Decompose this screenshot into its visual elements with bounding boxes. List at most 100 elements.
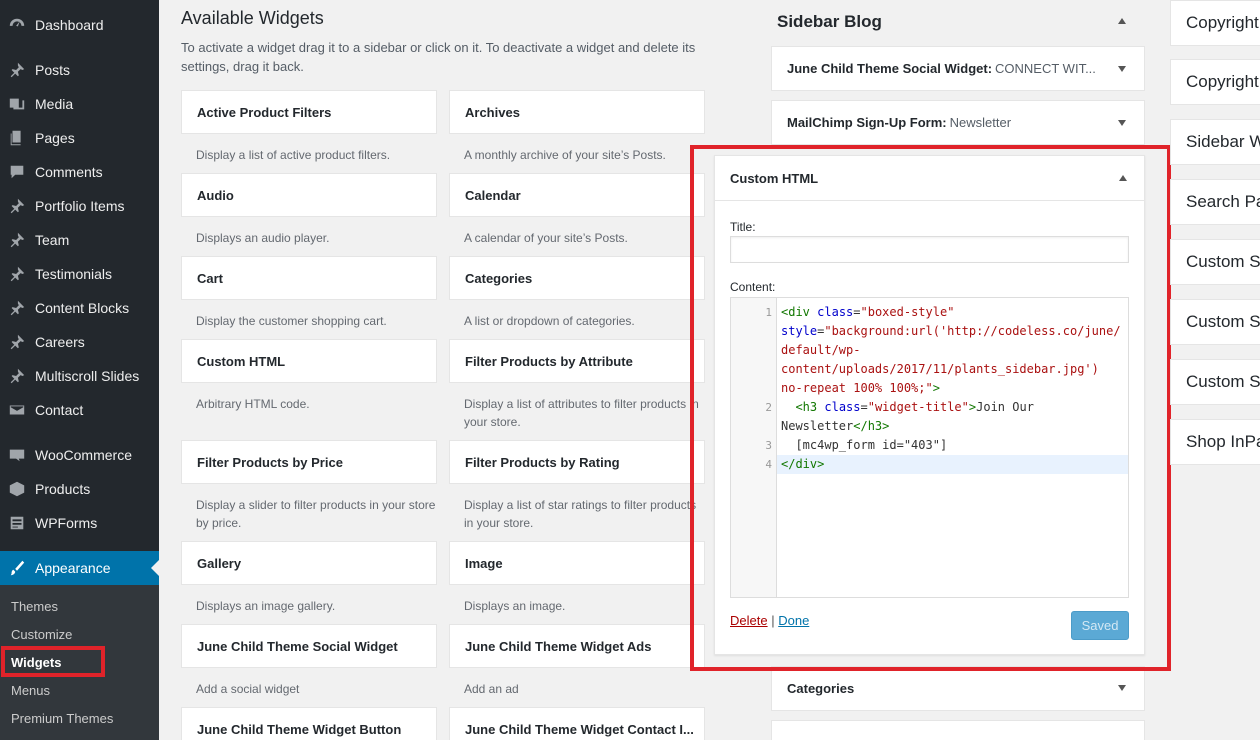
menu-contact[interactable]: Contact	[0, 393, 159, 427]
widget-description: Display the customer shopping cart.	[196, 314, 387, 328]
widget-image[interactable]: Image	[449, 541, 705, 585]
widget-archives[interactable]: Archives	[449, 90, 705, 134]
widget-subtitle: CONNECT WIT...	[995, 61, 1096, 76]
right-sidebar-item[interactable]: Search Pa	[1170, 179, 1260, 225]
widget-filter-products-by-attribute[interactable]: Filter Products by Attribute	[449, 339, 705, 383]
widget-audio[interactable]: Audio	[181, 173, 437, 217]
menu-label: WPForms	[35, 515, 98, 531]
pages-icon	[7, 128, 27, 148]
admin-menu: Dashboard Posts Media Pages Comments Por…	[0, 0, 159, 740]
sidebar-widget-categories[interactable]: Categories	[771, 666, 1145, 711]
menu-label: Dashboard	[35, 17, 104, 33]
widget-description: Display a list of active product filters…	[196, 148, 391, 162]
menu-label: WooCommerce	[35, 447, 132, 463]
menu-label: Testimonials	[35, 266, 113, 282]
menu-label: Posts	[35, 62, 71, 78]
dashboard-icon	[7, 15, 27, 35]
menu-woocommerce[interactable]: WooCommerce	[0, 438, 159, 472]
right-sidebar-item[interactable]: Custom Si	[1170, 299, 1260, 345]
right-sidebar-item[interactable]: Sidebar W	[1170, 119, 1260, 165]
widget-filter-products-by-price[interactable]: Filter Products by Price	[181, 440, 437, 484]
menu-products[interactable]: Products	[0, 472, 159, 506]
menu-wpforms[interactable]: WPForms	[0, 506, 159, 540]
expand-arrow-icon[interactable]	[1118, 685, 1126, 691]
custom-html-highlight-box	[690, 145, 1171, 671]
menu-multiscroll-slides[interactable]: Multiscroll Slides	[0, 359, 159, 393]
widget-subtitle: Newsletter	[949, 115, 1012, 130]
widget-june-button[interactable]: June Child Theme Widget Button	[181, 707, 437, 740]
current-menu-arrow	[151, 560, 159, 576]
menu-pages[interactable]: Pages	[0, 121, 159, 155]
widget-description: Display a slider to filter products in y…	[196, 498, 436, 530]
expand-arrow-icon[interactable]	[1118, 66, 1126, 72]
menu-label: Team	[35, 232, 70, 248]
widget-categories[interactable]: Categories	[449, 256, 705, 300]
widget-title: June Child Theme Social Widget:	[787, 61, 993, 76]
menu-label: Content Blocks	[35, 300, 130, 316]
widgets-highlight-box	[1, 646, 105, 677]
menu-label: Comments	[35, 164, 103, 180]
widget-description: A list or dropdown of categories.	[464, 314, 635, 328]
sidebar-widget-next[interactable]	[771, 720, 1145, 740]
widget-description: Displays an image.	[464, 599, 566, 613]
right-sidebar-item[interactable]: Custom Si	[1170, 359, 1260, 405]
widget-cart[interactable]: Cart	[181, 256, 437, 300]
widget-filter-products-by-rating[interactable]: Filter Products by Rating	[449, 440, 705, 484]
pin-icon	[7, 196, 27, 216]
menu-label: Portfolio Items	[35, 198, 125, 214]
widget-title: MailChimp Sign-Up Form:	[787, 115, 947, 130]
envelope-icon	[7, 400, 27, 420]
widget-description: Displays an audio player.	[196, 231, 330, 245]
menu-posts[interactable]: Posts	[0, 53, 159, 87]
widget-gallery[interactable]: Gallery	[181, 541, 437, 585]
right-sidebar-item[interactable]: Copyright	[1170, 0, 1260, 46]
collapse-arrow-icon[interactable]	[1118, 18, 1126, 24]
widget-june-ads[interactable]: June Child Theme Widget Ads	[449, 624, 705, 668]
widget-description: Display a list of attributes to filter p…	[464, 397, 699, 429]
pin-icon	[7, 60, 27, 80]
menu-careers[interactable]: Careers	[0, 325, 159, 359]
menu-comments[interactable]: Comments	[0, 155, 159, 189]
woo-icon	[7, 445, 27, 465]
widget-custom-html[interactable]: Custom HTML	[181, 339, 437, 383]
menu-content-blocks[interactable]: Content Blocks	[0, 291, 159, 325]
right-sidebar-item[interactable]: Custom Si	[1170, 239, 1260, 285]
menu-label: Contact	[35, 402, 84, 418]
menu-dashboard[interactable]: Dashboard	[0, 8, 159, 42]
sidebar-widget-social[interactable]: June Child Theme Social Widget: CONNECT …	[771, 46, 1145, 91]
widget-june-social[interactable]: June Child Theme Social Widget	[181, 624, 437, 668]
pin-icon	[7, 332, 27, 352]
available-widgets-title: Available Widgets	[181, 8, 324, 28]
widget-active-product-filters[interactable]: Active Product Filters	[181, 90, 437, 134]
menu-testimonials[interactable]: Testimonials	[0, 257, 159, 291]
brush-icon	[7, 558, 27, 578]
widget-description: A calendar of your site’s Posts.	[464, 231, 628, 245]
pin-icon	[7, 366, 27, 386]
submenu-menus[interactable]: Menus	[11, 683, 50, 698]
menu-portfolio-items[interactable]: Portfolio Items	[0, 189, 159, 223]
available-widgets-description: To activate a widget drag it to a sideba…	[181, 40, 696, 74]
menu-label: Products	[35, 481, 91, 497]
pin-icon	[7, 298, 27, 318]
widget-description: Add an ad	[464, 682, 519, 696]
media-icon	[7, 94, 27, 114]
widget-description: Add a social widget	[196, 682, 300, 696]
menu-label: Multiscroll Slides	[35, 368, 140, 384]
widget-calendar[interactable]: Calendar	[449, 173, 705, 217]
form-icon	[7, 513, 27, 533]
menu-media[interactable]: Media	[0, 87, 159, 121]
widget-june-contact[interactable]: June Child Theme Widget Contact I...	[449, 707, 705, 740]
sidebar-widget-mailchimp[interactable]: MailChimp Sign-Up Form: Newsletter	[771, 100, 1145, 145]
right-sidebar-item[interactable]: Copyright	[1170, 59, 1260, 105]
submenu-premium-themes[interactable]: Premium Themes	[11, 711, 113, 726]
widget-description: Displays an image gallery.	[196, 599, 336, 613]
widget-title: Categories	[787, 681, 855, 696]
menu-team[interactable]: Team	[0, 223, 159, 257]
menu-appearance[interactable]: Appearance	[0, 551, 159, 585]
submenu-customize[interactable]: Customize	[11, 627, 72, 642]
right-sidebar-item[interactable]: Shop InPa	[1170, 419, 1260, 465]
expand-arrow-icon[interactable]	[1118, 120, 1126, 126]
pin-icon	[7, 230, 27, 250]
submenu-themes[interactable]: Themes	[11, 599, 58, 614]
sidebar-blog-title[interactable]: Sidebar Blog	[777, 12, 882, 32]
